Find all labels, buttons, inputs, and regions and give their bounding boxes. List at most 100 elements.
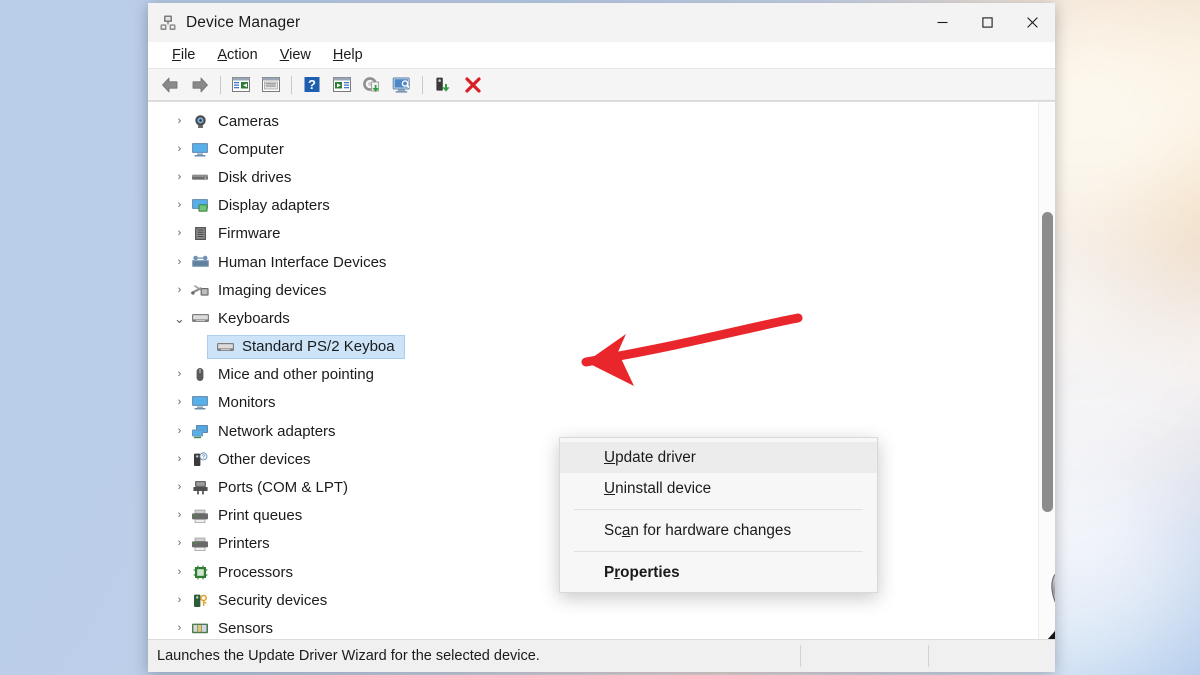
- svg-text:?: ?: [202, 454, 205, 460]
- chevron-right-icon[interactable]: ›: [171, 397, 188, 408]
- processor-icon: [190, 564, 210, 581]
- tree-item-label: Display adapters: [218, 197, 330, 215]
- chevron-right-icon[interactable]: ›: [171, 482, 188, 493]
- toolbar-separator-1: [220, 75, 221, 94]
- port-icon: [190, 479, 210, 496]
- toolbar-separator-3: [422, 75, 423, 94]
- context-menu: Update driver Uninstall device Sc a n for …: [559, 437, 878, 593]
- back-icon[interactable]: [156, 72, 184, 98]
- maximize-button[interactable]: [965, 3, 1010, 42]
- monitor-icon: [190, 394, 210, 411]
- uninstall-device-icon[interactable]: [459, 72, 487, 98]
- chevron-right-icon[interactable]: ›: [171, 566, 188, 578]
- chevron-right-icon[interactable]: ›: [171, 538, 188, 549]
- tree-item-label: Disk drives: [218, 168, 292, 186]
- network-adapter-icon: [190, 423, 210, 440]
- tree-item-label: Computer: [218, 140, 284, 158]
- keyboard-icon: [215, 338, 235, 355]
- other-device-icon: ?: [190, 451, 210, 468]
- context-menu-item-properties[interactable]: Pr operties: [560, 557, 877, 588]
- chevron-right-icon[interactable]: ›: [171, 453, 188, 465]
- tree-item-standard-ps2-keyboard[interactable]: Standard PS/2 Keyboa: [148, 333, 1038, 361]
- window-controls: [920, 3, 1055, 42]
- chevron-right-icon[interactable]: ›: [171, 369, 188, 380]
- scan-hardware-changes-icon[interactable]: [388, 72, 416, 98]
- tree-item-display-adapters[interactable]: › Display adapters: [148, 192, 1038, 220]
- chevron-down-icon[interactable]: ⌄: [171, 312, 188, 325]
- tree-item-sensors[interactable]: › Sensors: [148, 614, 1038, 639]
- enable-device-icon[interactable]: [429, 72, 457, 98]
- toolbar-separator-2: [291, 75, 292, 94]
- tree-item-monitors[interactable]: › Monitors: [148, 389, 1038, 417]
- title-bar[interactable]: Device Manager: [148, 3, 1055, 42]
- menu-bar: File Action View Help: [148, 42, 1055, 69]
- tree-item-label: Other devices: [218, 450, 311, 468]
- tree-item-label: Cameras: [218, 112, 279, 130]
- hid-icon: [190, 254, 210, 271]
- scrollbar-thumb[interactable]: [1042, 212, 1053, 512]
- properties-icon[interactable]: [257, 72, 285, 98]
- printer-icon: [190, 535, 210, 552]
- help-icon[interactable]: ?: [298, 72, 326, 98]
- tree-item-disk-drives[interactable]: › Disk drives: [148, 163, 1038, 191]
- close-button[interactable]: [1010, 3, 1055, 42]
- show-hide-console-tree-icon[interactable]: [227, 72, 255, 98]
- tree-item-label: Print queues: [218, 507, 303, 525]
- device-manager-window: Device Manager File Action View Help ? ›…: [148, 3, 1055, 672]
- tree-item-label: Imaging devices: [218, 281, 327, 299]
- display-adapter-icon: [190, 197, 210, 214]
- printer-icon: [190, 507, 210, 524]
- chevron-right-icon[interactable]: ›: [171, 115, 188, 127]
- chevron-right-icon[interactable]: ›: [171, 171, 188, 183]
- chevron-right-icon[interactable]: ›: [171, 284, 188, 296]
- forward-icon[interactable]: [186, 72, 214, 98]
- tree-item-label: Ports (COM & LPT): [218, 479, 349, 497]
- chevron-right-icon[interactable]: ›: [171, 256, 188, 268]
- update-driver-icon[interactable]: [358, 72, 386, 98]
- context-menu-item-update-driver[interactable]: Update driver: [560, 442, 877, 473]
- status-message: Launches the Update Driver Wizard for th…: [157, 648, 540, 664]
- context-menu-item-uninstall-device[interactable]: Uninstall device: [560, 473, 877, 504]
- disk-drive-icon: [190, 169, 210, 186]
- context-menu-separator-2: [574, 551, 863, 552]
- status-divider-1: [800, 645, 801, 667]
- firmware-icon: [190, 225, 210, 242]
- chevron-right-icon[interactable]: ›: [171, 228, 188, 239]
- tree-item-label: Keyboards: [218, 309, 290, 327]
- chevron-right-icon[interactable]: ›: [171, 200, 188, 211]
- tree-item-firmware[interactable]: › Firmware: [148, 220, 1038, 248]
- tree-item-label: Security devices: [218, 591, 328, 609]
- tree-item-label: Processors: [218, 563, 294, 581]
- tree-item-mice-and-other-pointing-devices[interactable]: › Mice and other pointing: [148, 361, 1038, 389]
- show-hide-action-pane-icon[interactable]: [328, 72, 356, 98]
- chevron-right-icon[interactable]: ›: [171, 594, 188, 606]
- menu-file[interactable]: File: [161, 45, 206, 65]
- tree-item-label: Firmware: [218, 225, 281, 243]
- menu-action[interactable]: Action: [206, 45, 268, 65]
- tree-item-cameras[interactable]: › Cameras: [148, 107, 1038, 135]
- context-menu-item-scan-for-hardware-changes[interactable]: Sc a n for hardware changes: [560, 515, 877, 546]
- selection-highlight: Standard PS/2 Keyboa: [207, 334, 405, 359]
- keyboard-icon: [190, 310, 210, 327]
- minimize-button[interactable]: [920, 3, 965, 42]
- tree-item-keyboards[interactable]: ⌄ Keyboards: [148, 304, 1038, 332]
- tree-item-computer[interactable]: › Computer: [148, 135, 1038, 163]
- tree-item-label: Mice and other pointing: [218, 366, 374, 384]
- tree-item-imaging-devices[interactable]: › Imaging devices: [148, 276, 1038, 304]
- tree-item-label: Sensors: [218, 619, 274, 637]
- computer-icon: [190, 141, 210, 158]
- toolbar: ?: [148, 69, 1055, 101]
- chevron-right-icon[interactable]: ›: [171, 425, 188, 437]
- tree-item-human-interface-devices[interactable]: › Human Interface Devices: [148, 248, 1038, 276]
- menu-view[interactable]: View: [269, 45, 322, 65]
- context-menu-separator-1: [574, 509, 863, 510]
- menu-help[interactable]: Help: [322, 45, 374, 65]
- camera-icon: [190, 113, 210, 130]
- sensor-icon: [190, 620, 210, 637]
- security-device-icon: [190, 592, 210, 609]
- chevron-right-icon[interactable]: ›: [171, 143, 188, 155]
- chevron-right-icon[interactable]: ›: [171, 622, 188, 634]
- chevron-right-icon[interactable]: ›: [171, 510, 188, 521]
- tree-item-label: Printers: [218, 535, 270, 553]
- hammer-graphic: [986, 549, 1055, 639]
